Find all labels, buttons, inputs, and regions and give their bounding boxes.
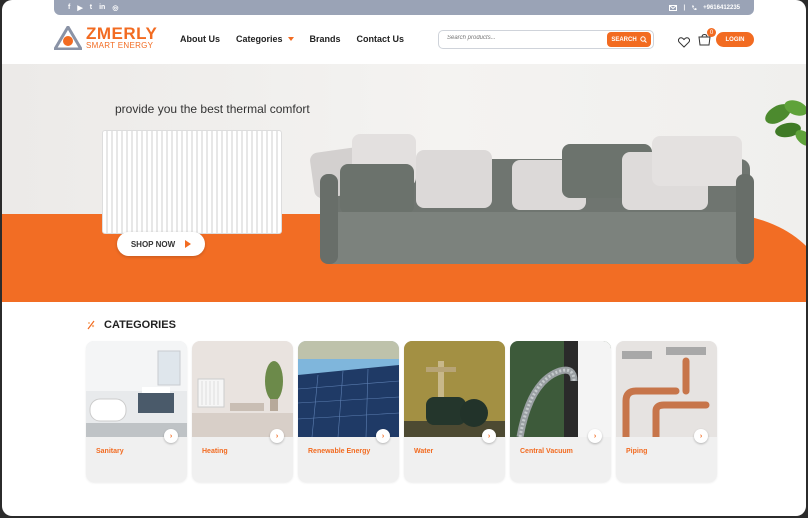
play-arrow-icon: [185, 240, 192, 248]
category-card-sanitary[interactable]: › Sanitary: [86, 341, 187, 482]
top-bar: f ▶ t in ◎ | +9616412235: [54, 0, 754, 15]
hero-tagline: provide you the best thermal comfort: [115, 102, 310, 116]
logo-icon: [54, 25, 82, 50]
cushion: [652, 136, 742, 186]
search-input[interactable]: [447, 35, 587, 41]
piping-image: [616, 341, 717, 437]
category-label: Central Vacuum: [520, 448, 573, 455]
chevron-right-icon[interactable]: ›: [694, 429, 708, 443]
nav-contact-us[interactable]: Contact Us: [357, 34, 405, 44]
plant-image: [765, 100, 806, 146]
cart[interactable]: 0: [698, 28, 716, 51]
sofa-seat: [322, 212, 752, 264]
category-card-renewable-energy[interactable]: › Renewable Energy: [298, 341, 399, 482]
hero-banner: provide you the best thermal comfort SHO…: [2, 64, 806, 302]
category-label: Piping: [626, 448, 648, 455]
logo[interactable]: ZMERLY SMART ENERGY: [54, 25, 157, 50]
login-button[interactable]: LOGIN: [716, 32, 754, 47]
nav-categories-label: Categories: [236, 34, 283, 44]
search-button-label: SEARCH: [611, 36, 637, 43]
category-card-water[interactable]: › Water: [404, 341, 505, 482]
main-nav: About Us Categories Brands Contact Us: [180, 34, 420, 44]
categories-title: CATEGORIES: [104, 319, 176, 331]
search-icon: [639, 36, 647, 43]
search-button[interactable]: SEARCH: [607, 32, 651, 47]
cushion: [416, 150, 492, 208]
sofa-arm-right: [736, 174, 754, 264]
social-links: f ▶ t in ◎: [68, 4, 118, 12]
linkedin-icon[interactable]: in: [99, 4, 105, 11]
nav-categories[interactable]: Categories: [236, 34, 294, 44]
shop-now-label: SHOP NOW: [130, 239, 176, 249]
radiator-image: [102, 130, 282, 234]
sparkle-icon: [87, 320, 95, 330]
category-card-heating[interactable]: › Heating: [192, 341, 293, 482]
phone-number[interactable]: +9616412235: [703, 5, 740, 11]
twitter-icon[interactable]: t: [90, 4, 92, 11]
sanitary-image: [86, 341, 187, 437]
instagram-icon[interactable]: ◎: [112, 4, 118, 12]
chevron-down-icon: [287, 37, 294, 41]
facebook-icon[interactable]: f: [68, 4, 70, 11]
logo-tagline: SMART ENERGY: [86, 41, 154, 50]
logo-name: ZMERLY: [86, 24, 158, 43]
categories-list: › Sanitary › Heating › Renewable Energy …: [86, 341, 717, 482]
chevron-right-icon[interactable]: ›: [270, 429, 284, 443]
chevron-right-icon[interactable]: ›: [588, 429, 602, 443]
mail-icon[interactable]: [669, 4, 678, 11]
chevron-right-icon[interactable]: ›: [376, 429, 390, 443]
sofa-arm-left: [320, 174, 338, 264]
chevron-right-icon[interactable]: ›: [482, 429, 496, 443]
category-card-central-vacuum[interactable]: › Central Vacuum: [510, 341, 611, 482]
category-label: Water: [414, 448, 434, 455]
header-icons: 0: [678, 28, 716, 51]
categories-heading: CATEGORIES: [86, 319, 176, 331]
category-label: Sanitary: [96, 448, 124, 455]
youtube-icon[interactable]: ▶: [77, 4, 82, 12]
heart-icon[interactable]: [678, 36, 690, 48]
heating-image: [192, 341, 293, 437]
site-header: ZMERLY SMART ENERGY About Us Categories …: [2, 15, 806, 65]
category-label: Renewable Energy: [308, 448, 371, 455]
shop-now-button[interactable]: SHOP NOW: [117, 232, 205, 256]
cushion: [340, 164, 414, 214]
water-pump-image: [404, 341, 505, 437]
divider: |: [683, 4, 686, 11]
cart-badge: 0: [707, 28, 716, 37]
browser-frame: f ▶ t in ◎ | +9616412235 ZMERLY SMART EN…: [2, 0, 806, 516]
nav-about-us[interactable]: About Us: [180, 34, 220, 44]
category-card-piping[interactable]: › Piping: [616, 341, 717, 482]
contact-info: | +9616412235: [669, 4, 740, 11]
solar-panel-image: [298, 341, 399, 437]
category-label: Heating: [202, 448, 228, 455]
phone-icon: [692, 5, 697, 10]
central-vacuum-image: [510, 341, 611, 437]
nav-brands[interactable]: Brands: [310, 34, 341, 44]
chevron-right-icon[interactable]: ›: [164, 429, 178, 443]
search-bar: SEARCH: [438, 30, 654, 49]
